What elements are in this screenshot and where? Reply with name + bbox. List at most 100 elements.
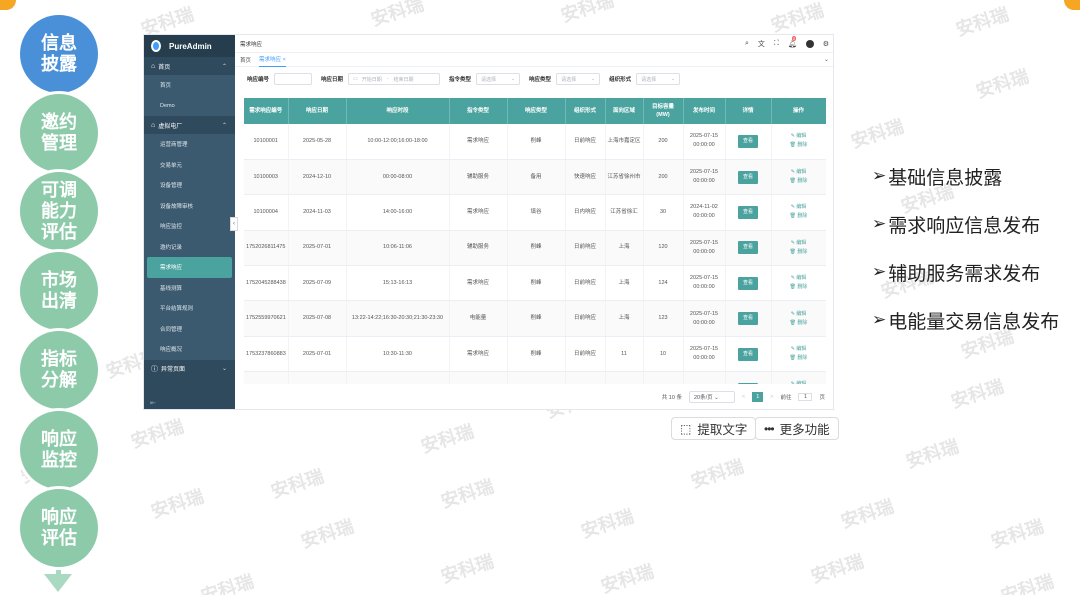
chevron-down-icon[interactable]: ⌄	[824, 56, 829, 63]
edit-button[interactable]: ✎ 编辑	[774, 345, 824, 354]
edit-button[interactable]: ✎ 编辑	[774, 203, 824, 212]
table-header-cell[interactable]: 响应时段	[346, 98, 450, 124]
watermark-text: 安科瑞	[948, 376, 1007, 413]
extract-text-button[interactable]: ⬚ 提取文字	[671, 417, 757, 440]
watermark-text: 安科瑞	[973, 66, 1032, 103]
step-2[interactable]: 邀约管理	[20, 94, 98, 172]
pager-next-button[interactable]: >	[770, 394, 773, 400]
table-header-cell[interactable]: 面向区域	[605, 98, 644, 124]
filter-org-select[interactable]: 请选择 ⌄	[636, 73, 681, 85]
sidebar-item[interactable]: 运营商管理	[144, 134, 235, 155]
edit-button[interactable]: ✎ 编辑	[774, 274, 824, 283]
filter-code-input[interactable]	[274, 73, 313, 85]
step-5[interactable]: 指标分解	[20, 331, 98, 409]
table-cell-detail: 查看	[725, 124, 772, 160]
table-header-cell[interactable]: 响应日期	[288, 98, 347, 124]
brand-name: PureAdmin	[169, 41, 212, 51]
sidebar-item[interactable]: 合同管理	[144, 318, 235, 339]
step-1[interactable]: 信息披露	[20, 15, 98, 93]
data-table: 需求响应编号 响应日期 响应时段 指令类型 响应类型 组织形式 面向区域 目标容量(MW) 发布…	[244, 98, 826, 384]
edit-button[interactable]: ✎ 编辑	[774, 380, 824, 384]
sidebar-item[interactable]: 交易单元	[144, 154, 235, 175]
more-functions-button[interactable]: ••• 更多功能	[755, 417, 839, 440]
view-button[interactable]: 查看	[737, 134, 758, 148]
step-6[interactable]: 响应监控	[20, 411, 98, 489]
table-cell: 电能量	[449, 300, 508, 337]
watermark-text: 安科瑞	[988, 516, 1047, 553]
table-cell-ops: ✎ 编辑🗑 删除	[771, 300, 826, 337]
delete-button[interactable]: 🗑 删除	[774, 354, 824, 363]
table-cell: 120	[643, 230, 684, 267]
gear-icon[interactable]: ⚙	[823, 40, 829, 48]
view-button[interactable]: 查看	[737, 312, 758, 326]
pager-size-select[interactable]: 20条/页 ⌄	[688, 391, 735, 403]
view-button[interactable]: 查看	[737, 347, 758, 361]
table-header-cell[interactable]: 指令类型	[449, 98, 508, 124]
delete-button[interactable]: 🗑 删除	[774, 248, 824, 257]
sidebar-item[interactable]: 响应概况	[144, 339, 235, 360]
delete-button[interactable]: 🗑 删除	[774, 319, 824, 328]
table-header-cell[interactable]: 需求响应编号	[244, 98, 289, 124]
table-cell: 10100004	[244, 194, 289, 231]
tab-home[interactable]: 首页	[240, 56, 251, 64]
collapse-icon[interactable]: ⇤	[150, 399, 156, 407]
table-header-cell[interactable]: 响应类型	[507, 98, 566, 124]
date-separator: -	[386, 76, 389, 82]
edit-button[interactable]: ✎ 编辑	[774, 239, 824, 248]
view-button[interactable]: 查看	[737, 382, 758, 384]
sidebar-item[interactable]: 首页	[144, 75, 235, 96]
extract-text-label: 提取文字	[697, 423, 748, 437]
search-icon[interactable]: ⌕	[745, 40, 749, 48]
sidebar-item[interactable]: 响应监控	[144, 216, 235, 237]
view-button[interactable]: 查看	[737, 276, 758, 290]
edit-button[interactable]: ✎ 编辑	[774, 310, 824, 319]
pager-prev-button[interactable]: <	[742, 394, 745, 400]
delete-button[interactable]: 🗑 删除	[774, 212, 824, 221]
table-header-cell[interactable]: 组织形式	[565, 98, 606, 124]
view-button[interactable]: 查看	[737, 205, 758, 219]
app-window: PureAdmin ⌂ 首页 ⌃ 首页 Demo ⌂ 虚拟电厂 ⌃ 运营商管理 交易…	[143, 34, 834, 410]
pager-goto-input[interactable]: 1	[798, 393, 813, 401]
delete-button[interactable]: 🗑 删除	[774, 141, 824, 150]
sidebar-item[interactable]: 邀约记录	[144, 236, 235, 257]
table-header-cell[interactable]: 详情	[725, 98, 772, 124]
table-cell: 辅助服务	[449, 230, 508, 267]
edit-button[interactable]: ✎ 编辑	[774, 132, 824, 141]
sidebar-toggle-icon[interactable]: ‹	[230, 217, 238, 231]
sidebar-group-home[interactable]: ⌂ 首页 ⌃	[144, 57, 235, 75]
sidebar-item[interactable]: 基线测算	[144, 277, 235, 298]
step-7[interactable]: 响应评估	[20, 489, 98, 567]
translate-icon[interactable]: 文	[758, 39, 765, 49]
table-cell: 上海	[605, 265, 644, 302]
tab-demand-response[interactable]: 需求响应 ×	[259, 53, 286, 67]
bell-icon[interactable]: 🔔︎ 2	[788, 36, 797, 48]
close-icon[interactable]: ×	[283, 57, 286, 63]
avatar[interactable]	[805, 40, 814, 48]
sidebar-item[interactable]: 平台结算规则	[144, 298, 235, 319]
filter-cmd-select[interactable]: 请选择 ⌄	[476, 73, 521, 85]
edit-button[interactable]: ✎ 编辑	[774, 168, 824, 177]
fullscreen-icon[interactable]: ⛶	[774, 40, 779, 48]
filter-resp-select[interactable]: 请选择 ⌄	[556, 73, 601, 85]
pager-page-button[interactable]: 1	[752, 392, 764, 402]
delete-button[interactable]: 🗑 删除	[774, 283, 824, 292]
table-cell: 需求响应	[449, 265, 508, 302]
table-header-cell[interactable]: 发布时间	[683, 98, 726, 124]
chevron-down-icon: ⌄	[221, 366, 227, 372]
sidebar-group-vpp[interactable]: ⌂ 虚拟电厂 ⌃	[144, 116, 235, 134]
table-cell: 1752045288438	[244, 265, 289, 302]
sidebar-item[interactable]: Demo	[144, 95, 235, 116]
more-functions-label: 更多功能	[779, 423, 830, 437]
sidebar-group-error[interactable]: ⓘ 异常页面 ⌄	[144, 360, 235, 378]
step-4[interactable]: 市场出清	[20, 252, 98, 330]
sidebar-item[interactable]: 设备管理	[144, 175, 235, 196]
sidebar-item[interactable]: 需求响应	[147, 257, 232, 278]
sidebar-item[interactable]: 设备故障审核	[144, 195, 235, 216]
step-3[interactable]: 可调能力评估	[20, 172, 98, 250]
filter-date-range[interactable]: ▭ 开始日期 - 结束日期	[348, 73, 441, 85]
view-button[interactable]: 查看	[737, 241, 758, 255]
table-header-cell[interactable]: 操作	[771, 98, 826, 124]
delete-button[interactable]: 🗑 删除	[774, 177, 824, 186]
table-header-cell[interactable]: 目标容量(MW)	[643, 98, 684, 124]
view-button[interactable]: 查看	[737, 170, 758, 184]
